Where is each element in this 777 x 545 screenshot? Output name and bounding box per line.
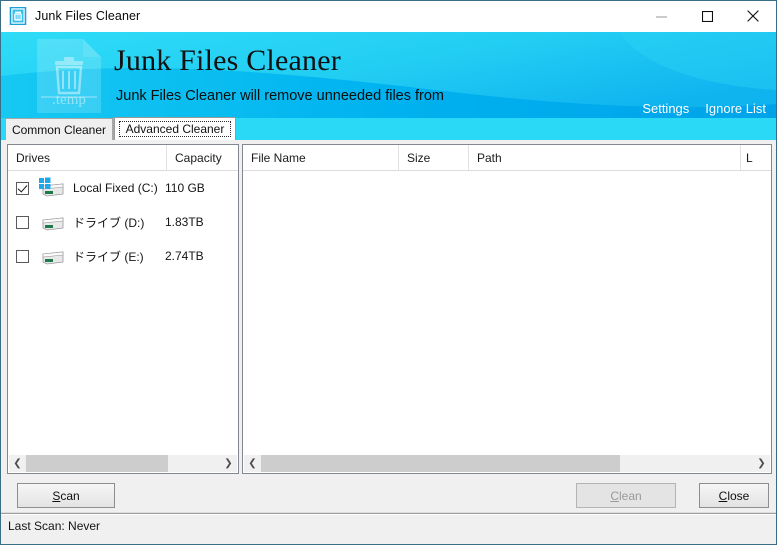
column-size[interactable]: Size [398, 145, 468, 170]
drive-capacity: 110 GB [165, 181, 205, 195]
application-window: Junk Files Cleaner .temp Junk Files Clea… [0, 0, 777, 545]
column-drives[interactable]: Drives [8, 145, 166, 170]
scroll-right-icon[interactable]: ❯ [220, 455, 237, 472]
status-bar: Last Scan: Never [1, 514, 776, 537]
scrollbar-thumb[interactable] [26, 455, 168, 472]
scan-button[interactable]: Scan [17, 483, 115, 508]
scan-button-rest: can [60, 488, 80, 503]
settings-link[interactable]: Settings [642, 101, 689, 116]
drive-label: Local Fixed (C:) [73, 181, 158, 195]
tab-advanced-cleaner[interactable]: Advanced Cleaner [114, 117, 236, 140]
drive-checkbox[interactable] [16, 215, 29, 229]
column-capacity[interactable]: Capacity [166, 145, 238, 170]
column-capacity-label: Capacity [175, 150, 222, 165]
status-text: Last Scan: Never [8, 519, 101, 533]
minimize-icon[interactable] [638, 1, 684, 31]
clean-button-rest: lean [618, 488, 642, 503]
column-last-modified-label: L [746, 150, 753, 165]
drives-horizontal-scrollbar[interactable]: ❮ ❯ [9, 454, 237, 472]
close-button-rest: lose [727, 488, 750, 503]
scroll-left-icon[interactable]: ❮ [9, 455, 26, 472]
content-area: Drives Capacity Local Fixed (C:) 110 GB … [1, 140, 776, 478]
drive-windows-icon [37, 177, 67, 199]
tab-strip: Common Cleaner Advanced Cleaner [1, 117, 776, 140]
maximize-icon[interactable] [684, 1, 730, 31]
scrollbar-thumb[interactable] [261, 455, 621, 472]
window-controls [638, 1, 776, 31]
trash-app-icon [9, 6, 27, 26]
drive-label: ドライブ (D:) [73, 215, 145, 230]
drives-panel: Drives Capacity Local Fixed (C:) 110 GB … [7, 144, 239, 474]
column-size-label: Size [407, 150, 431, 165]
scroll-left-icon[interactable]: ❮ [244, 455, 261, 472]
banner-links: Settings Ignore List [642, 101, 766, 116]
close-icon[interactable] [730, 1, 776, 31]
ignore-list-link[interactable]: Ignore List [705, 101, 766, 116]
close-button[interactable]: Close [699, 483, 769, 508]
tab-common-cleaner[interactable]: Common Cleaner [5, 118, 113, 140]
tab-common-cleaner-label: Common Cleaner [11, 122, 107, 137]
window-title: Junk Files Cleaner [35, 9, 141, 23]
drive-capacity: 2.74TB [165, 249, 204, 263]
button-bar: Scan Clean Close [1, 478, 776, 514]
drive-icon [37, 245, 67, 267]
table-row[interactable]: ドライブ (D:) 1.83TB [8, 205, 238, 239]
column-drives-label: Drives [16, 150, 51, 165]
banner-subtitle: Junk Files Cleaner will remove unneeded … [116, 88, 445, 104]
column-last-modified[interactable]: L [740, 145, 770, 170]
tab-advanced-cleaner-label: Advanced Cleaner [118, 121, 232, 137]
header-banner: .temp Junk Files Cleaner Junk Files Clea… [1, 32, 776, 118]
column-path[interactable]: Path [468, 145, 740, 170]
files-panel: File Name Size Path L ❮ ❯ [242, 144, 772, 474]
column-path-label: Path [477, 150, 502, 165]
drive-checkbox[interactable] [16, 249, 29, 263]
column-file-name[interactable]: File Name [243, 145, 398, 170]
column-file-name-label: File Name [251, 150, 306, 165]
logo-label: .temp [52, 92, 86, 108]
drive-label: ドライブ (E:) [73, 249, 144, 264]
table-row[interactable]: ドライブ (E:) 2.74TB [8, 239, 238, 273]
drives-list: Local Fixed (C:) 110 GB ドライブ (D:) 1.83TB [8, 171, 238, 273]
table-row[interactable]: Local Fixed (C:) 110 GB [8, 171, 238, 205]
drive-checkbox[interactable] [16, 181, 29, 195]
title-bar: Junk Files Cleaner [1, 1, 776, 32]
drive-capacity: 1.83TB [165, 215, 204, 229]
banner-title: Junk Files Cleaner [114, 44, 341, 77]
temp-file-trash-icon: .temp [29, 37, 109, 115]
drive-icon [37, 211, 67, 233]
files-column-header: File Name Size Path L [243, 145, 771, 171]
files-horizontal-scrollbar[interactable]: ❮ ❯ [244, 454, 770, 472]
scrollbar-track[interactable] [261, 455, 753, 472]
drives-column-header: Drives Capacity [8, 145, 238, 171]
clean-button[interactable]: Clean [576, 483, 676, 508]
scroll-right-icon[interactable]: ❯ [753, 455, 770, 472]
scrollbar-track[interactable] [26, 455, 220, 472]
